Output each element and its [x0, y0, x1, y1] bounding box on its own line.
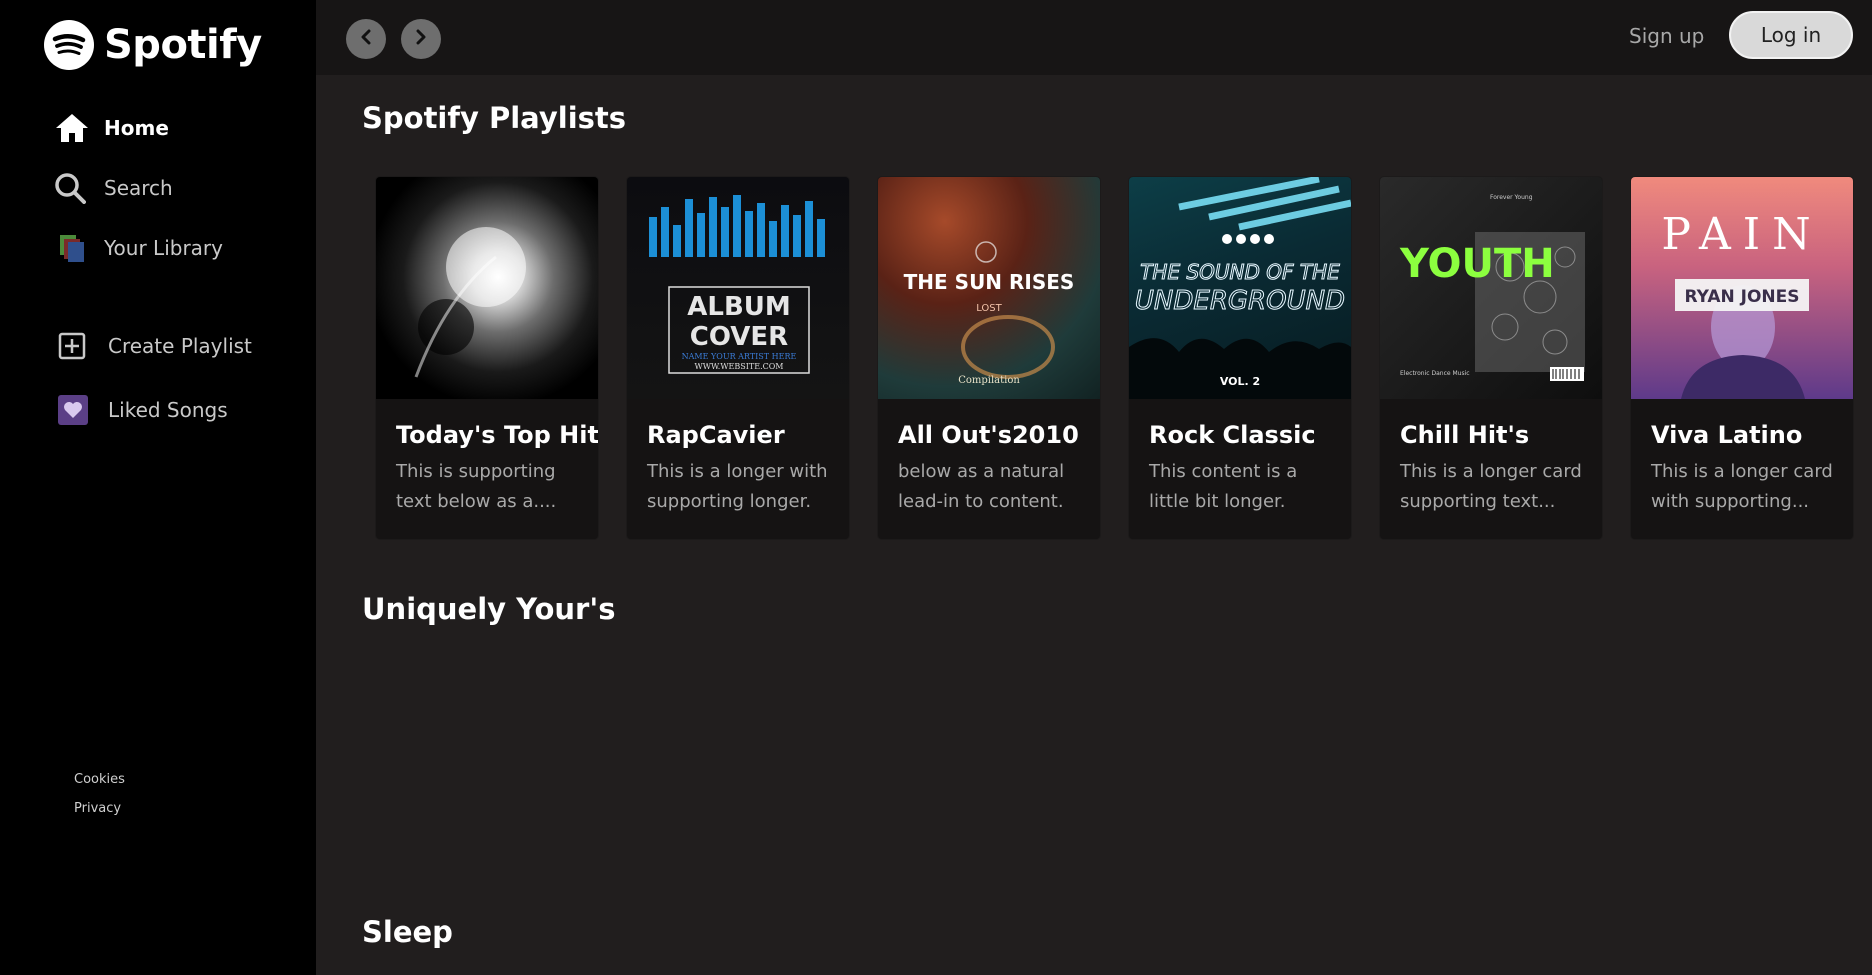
home-icon [54, 112, 94, 144]
sidebar-item-label: Home [104, 116, 169, 140]
art-text: PAIN [1661, 209, 1822, 260]
art-text: Compilation [958, 375, 1020, 386]
art-text: RYAN JONES [1684, 287, 1799, 307]
chevron-left-icon [358, 29, 374, 49]
card-text: This is supporting text below as a.... [396, 461, 557, 512]
spotify-icon [44, 20, 94, 70]
art-text: ALBUM [687, 292, 791, 322]
card-title: All Out's2010 [898, 421, 1079, 449]
playlist-card[interactable]: Today's Top Hit This is supporting text … [376, 177, 598, 539]
card-text: This is a longer with supporting longer. [647, 461, 828, 512]
main-content: Spotify Playlists Today's Top Hit This i… [316, 75, 1872, 975]
sidebar-item-label: Your Library [104, 236, 223, 260]
card-text: below as a natural lead-in to content. [898, 461, 1065, 512]
art-text: THE SUN RISES [904, 270, 1075, 294]
sign-up-button[interactable]: Sign up [1629, 24, 1704, 48]
chevron-right-icon [413, 29, 429, 49]
playlist-card[interactable]: PAIN RYAN JONES Viva Latino This is a lo… [1631, 177, 1853, 539]
art-text: Forever Young [1490, 194, 1533, 201]
library-icon [54, 233, 94, 263]
plus-square-icon [58, 332, 98, 360]
album-art: ALBUM COVER NAME YOUR ARTIST HERE WWW.WE… [627, 177, 849, 399]
heart-icon [58, 395, 98, 425]
art-text: Electronic Dance Music [1400, 370, 1470, 377]
playlist-card[interactable]: ALBUM COVER NAME YOUR ARTIST HERE WWW.WE… [627, 177, 849, 539]
privacy-link[interactable]: Privacy [74, 801, 125, 816]
card-title: Viva Latino [1651, 421, 1803, 449]
card-text: This is a longer card supporting text... [1400, 461, 1582, 512]
art-text: YOUTH [1399, 241, 1555, 287]
liked-songs-label: Liked Songs [108, 398, 228, 422]
album-art: Forever Young YOUTH Electronic Dance Mus… [1380, 177, 1602, 399]
top-bar: Sign up Log in [316, 0, 1872, 75]
card-title: Chill Hit's [1400, 421, 1530, 449]
cookies-link[interactable]: Cookies [74, 772, 125, 787]
section-title: Spotify Playlists [362, 101, 627, 135]
playlist-card[interactable]: THE SOUND OF THE UNDERGROUND VOL. 2 Rock… [1129, 177, 1351, 539]
sidebar-footer: Cookies Privacy [74, 772, 125, 830]
sidebar-item-home[interactable]: Home [54, 108, 223, 148]
sidebar-item-search[interactable]: Search [54, 168, 223, 208]
sidebar-actions: Create Playlist Liked Songs [58, 326, 252, 454]
art-text: LOST [976, 303, 1002, 314]
forward-button[interactable] [401, 19, 441, 59]
art-text: UNDERGROUND [1135, 286, 1345, 316]
back-button[interactable] [346, 19, 386, 59]
sidebar-nav: Home Search Your Library [54, 108, 223, 288]
sidebar-item-library[interactable]: Your Library [54, 228, 223, 268]
card-title: RapCavier [647, 421, 785, 449]
sidebar-item-label: Search [104, 176, 173, 200]
art-text: COVER [690, 322, 788, 352]
create-playlist-label: Create Playlist [108, 334, 252, 358]
search-icon [54, 172, 94, 204]
brand-name: Spotify [104, 22, 262, 68]
album-art: THE SUN RISES LOST Compilation [878, 177, 1100, 399]
art-text: VOL. 2 [1220, 375, 1260, 388]
liked-songs-button[interactable]: Liked Songs [58, 390, 252, 430]
section-title: Sleep [362, 915, 453, 949]
playlist-card[interactable]: Forever Young YOUTH Electronic Dance Mus… [1380, 177, 1602, 539]
playlist-card[interactable]: THE SUN RISES LOST Compilation All Out's… [878, 177, 1100, 539]
card-text: This is a longer card with supporting... [1651, 461, 1833, 512]
art-text: NAME YOUR ARTIST HERE [682, 352, 797, 361]
log-in-button[interactable]: Log in [1729, 11, 1853, 59]
card-text: This content is a little bit longer. [1149, 461, 1298, 512]
album-art: THE SOUND OF THE UNDERGROUND VOL. 2 [1129, 177, 1351, 399]
sidebar: Spotify Home Search Your Library Create … [0, 0, 316, 975]
card-title: Today's Top Hit [396, 421, 598, 449]
art-text: THE SOUND OF THE [1140, 260, 1340, 284]
section-title: Uniquely Your's [362, 592, 616, 626]
art-text: WWW.WEBSITE.COM [695, 362, 784, 371]
spotify-logo[interactable]: Spotify [44, 20, 262, 70]
card-title: Rock Classic [1149, 421, 1316, 449]
playlist-cards: Today's Top Hit This is supporting text … [376, 177, 1853, 539]
album-art: PAIN RYAN JONES [1631, 177, 1853, 399]
create-playlist-button[interactable]: Create Playlist [58, 326, 252, 366]
album-art [376, 177, 598, 399]
